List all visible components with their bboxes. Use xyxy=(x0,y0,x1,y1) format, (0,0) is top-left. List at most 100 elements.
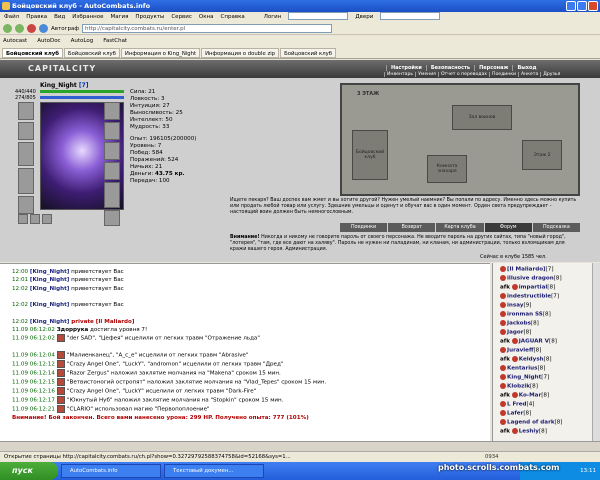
building-warriors-hall[interactable]: Зал воинов xyxy=(452,105,512,130)
user-list-item[interactable]: insay[9] xyxy=(500,302,531,309)
admin-link[interactable]: Администрация. xyxy=(285,247,327,252)
minimize-button[interactable] xyxy=(566,1,576,11)
helmet-slot[interactable] xyxy=(18,102,34,120)
menu-products[interactable]: Продукты xyxy=(135,12,164,23)
forum-button[interactable]: Форум xyxy=(484,223,532,232)
door-select[interactable] xyxy=(380,12,441,20)
nav-skills[interactable]: Умения xyxy=(415,72,438,77)
hint-button[interactable]: Подсказка xyxy=(532,223,581,232)
user-list-item[interactable]: afk Ko-Mar[8] xyxy=(500,392,549,399)
user-list-item[interactable]: afk JAGUAR V[8] xyxy=(500,338,557,345)
ring-slot[interactable] xyxy=(104,142,120,160)
tab-info-king-night[interactable]: Информация о King_Night xyxy=(120,48,201,58)
user-name[interactable]: Keldysh xyxy=(519,357,544,363)
boots-slot[interactable] xyxy=(104,210,120,226)
user-list-item[interactable]: Klobzik[8] xyxy=(500,383,538,390)
character-name[interactable]: King_Night [7] xyxy=(40,82,89,89)
user-name[interactable]: indestructible xyxy=(507,294,551,300)
nav-friends[interactable]: Друзья xyxy=(540,72,562,77)
amulet-slot[interactable] xyxy=(104,122,120,140)
fights-button[interactable]: Поединки xyxy=(340,223,388,232)
user-list-item[interactable]: ironman SS[8] xyxy=(500,311,551,318)
user-name[interactable]: King_Night xyxy=(507,375,541,381)
user-name[interactable]: insay xyxy=(507,303,523,309)
building-healer-room[interactable]: Комната знахаря xyxy=(427,155,467,183)
user-name[interactable]: Leshiy xyxy=(519,429,539,435)
belt-slot[interactable] xyxy=(18,196,34,214)
nav-security[interactable]: Безопасность xyxy=(425,65,474,71)
nav-fights[interactable]: Поединки xyxy=(488,72,518,77)
user-name[interactable]: Jackobs xyxy=(507,321,531,327)
address-input[interactable]: http://capitalcity.combats.ru/enter.pl xyxy=(82,24,333,33)
user-list-item[interactable]: Lagend of dark[8] xyxy=(500,419,563,426)
user-list-item[interactable]: afk Leshiy[8] xyxy=(500,428,547,435)
user-list-item[interactable]: indestructible[7] xyxy=(500,293,559,300)
maximize-button[interactable] xyxy=(577,1,587,11)
tab-fight-club-1[interactable]: Бойцовский клуб xyxy=(2,48,63,58)
task-autocombats[interactable]: AutoCombats.info xyxy=(61,464,161,478)
nav-profile[interactable]: Анкета xyxy=(518,72,540,77)
link-autocast[interactable]: Autocast xyxy=(3,36,27,47)
back-icon[interactable] xyxy=(3,24,12,33)
user-name[interactable]: L Fred xyxy=(507,402,527,408)
building-floor-2[interactable]: Этаж 2 xyxy=(522,140,562,170)
user-name[interactable]: Kentarius xyxy=(507,366,537,372)
user-list-item[interactable]: L Fred[4] xyxy=(500,401,534,408)
shield-slot[interactable] xyxy=(104,182,120,208)
return-button[interactable]: Возврат xyxy=(388,223,436,232)
user-list-item[interactable]: Juravleff[8] xyxy=(500,347,541,354)
user-name[interactable]: Ko-Mar xyxy=(519,393,542,399)
user-list-item[interactable]: King_Night[7] xyxy=(500,374,549,381)
close-button[interactable] xyxy=(588,1,598,11)
user-name[interactable]: Lagend of dark xyxy=(507,420,555,426)
nav-exit[interactable]: Выход xyxy=(512,65,540,71)
nav-character[interactable]: Персонаж xyxy=(474,65,512,71)
menu-edit[interactable]: Правка xyxy=(26,12,47,23)
user-name[interactable]: Lafer xyxy=(507,411,523,417)
user-list-item[interactable]: [Il Maliardo][7] xyxy=(500,266,554,273)
user-list-item[interactable]: afk Keldysh[8] xyxy=(500,356,552,363)
user-name[interactable]: [Il Maliardo] xyxy=(507,267,546,273)
task-text-document[interactable]: Текстовый докумен... xyxy=(164,464,264,478)
user-name[interactable]: Klobzik xyxy=(507,384,530,390)
club-map-button[interactable]: Карта клуба xyxy=(436,223,484,232)
user-list-item[interactable]: illusive dragon[8] xyxy=(500,275,562,282)
user-name[interactable]: illusive dragon xyxy=(507,276,554,282)
menu-help[interactable]: Справка xyxy=(221,12,245,23)
link-autodoc[interactable]: AutoDoc xyxy=(37,36,60,47)
menu-tools[interactable]: Сервис xyxy=(171,12,192,23)
user-name[interactable]: Jagor xyxy=(507,330,523,336)
user-list-scrollbar[interactable] xyxy=(592,263,600,441)
earrings-slot[interactable] xyxy=(104,102,120,120)
refresh-icon[interactable] xyxy=(39,24,48,33)
stop-icon[interactable] xyxy=(27,24,36,33)
building-fight-club[interactable]: Бойцовский клуб xyxy=(352,130,388,180)
user-list-item[interactable]: afk impartial[8] xyxy=(500,284,555,291)
nav-transfers-report[interactable]: Отчет о переводах xyxy=(437,72,489,77)
armor-slot[interactable] xyxy=(18,168,34,194)
user-name[interactable]: JAGUAR V xyxy=(519,339,549,345)
nav-inventory[interactable]: Инвентарь xyxy=(384,72,415,77)
start-button[interactable]: пуск xyxy=(0,462,58,480)
chat-input-bar[interactable] xyxy=(0,441,600,451)
autograph-label[interactable]: Автограф xyxy=(51,26,79,32)
tab-info-double-zip[interactable]: Информация о double zip xyxy=(201,48,280,58)
user-name[interactable]: impartial xyxy=(519,285,548,291)
link-autolog[interactable]: AutoLog xyxy=(71,36,94,47)
forward-icon[interactable] xyxy=(15,24,24,33)
tab-fight-club-2[interactable]: Бойцовский клуб xyxy=(63,48,120,58)
gloves-slot[interactable] xyxy=(104,162,120,180)
user-list-item[interactable]: Kentarius[8] xyxy=(500,365,545,372)
login-input[interactable] xyxy=(288,12,349,20)
weapon-slot[interactable] xyxy=(18,142,34,166)
user-list-item[interactable]: Jagor[8] xyxy=(500,329,531,336)
scroll-slot-2[interactable] xyxy=(30,214,40,224)
menu-windows[interactable]: Окна xyxy=(199,12,214,23)
menu-favorites[interactable]: Избранное xyxy=(72,12,103,23)
user-list-item[interactable]: Lafer[8] xyxy=(500,410,531,417)
user-list-item[interactable]: Jackobs[8] xyxy=(500,320,539,327)
menu-view[interactable]: Вид xyxy=(54,12,65,23)
nav-settings[interactable]: Настройки xyxy=(386,65,426,71)
link-fastchat[interactable]: FastChat xyxy=(103,36,127,47)
scroll-slot-3[interactable] xyxy=(42,214,52,224)
